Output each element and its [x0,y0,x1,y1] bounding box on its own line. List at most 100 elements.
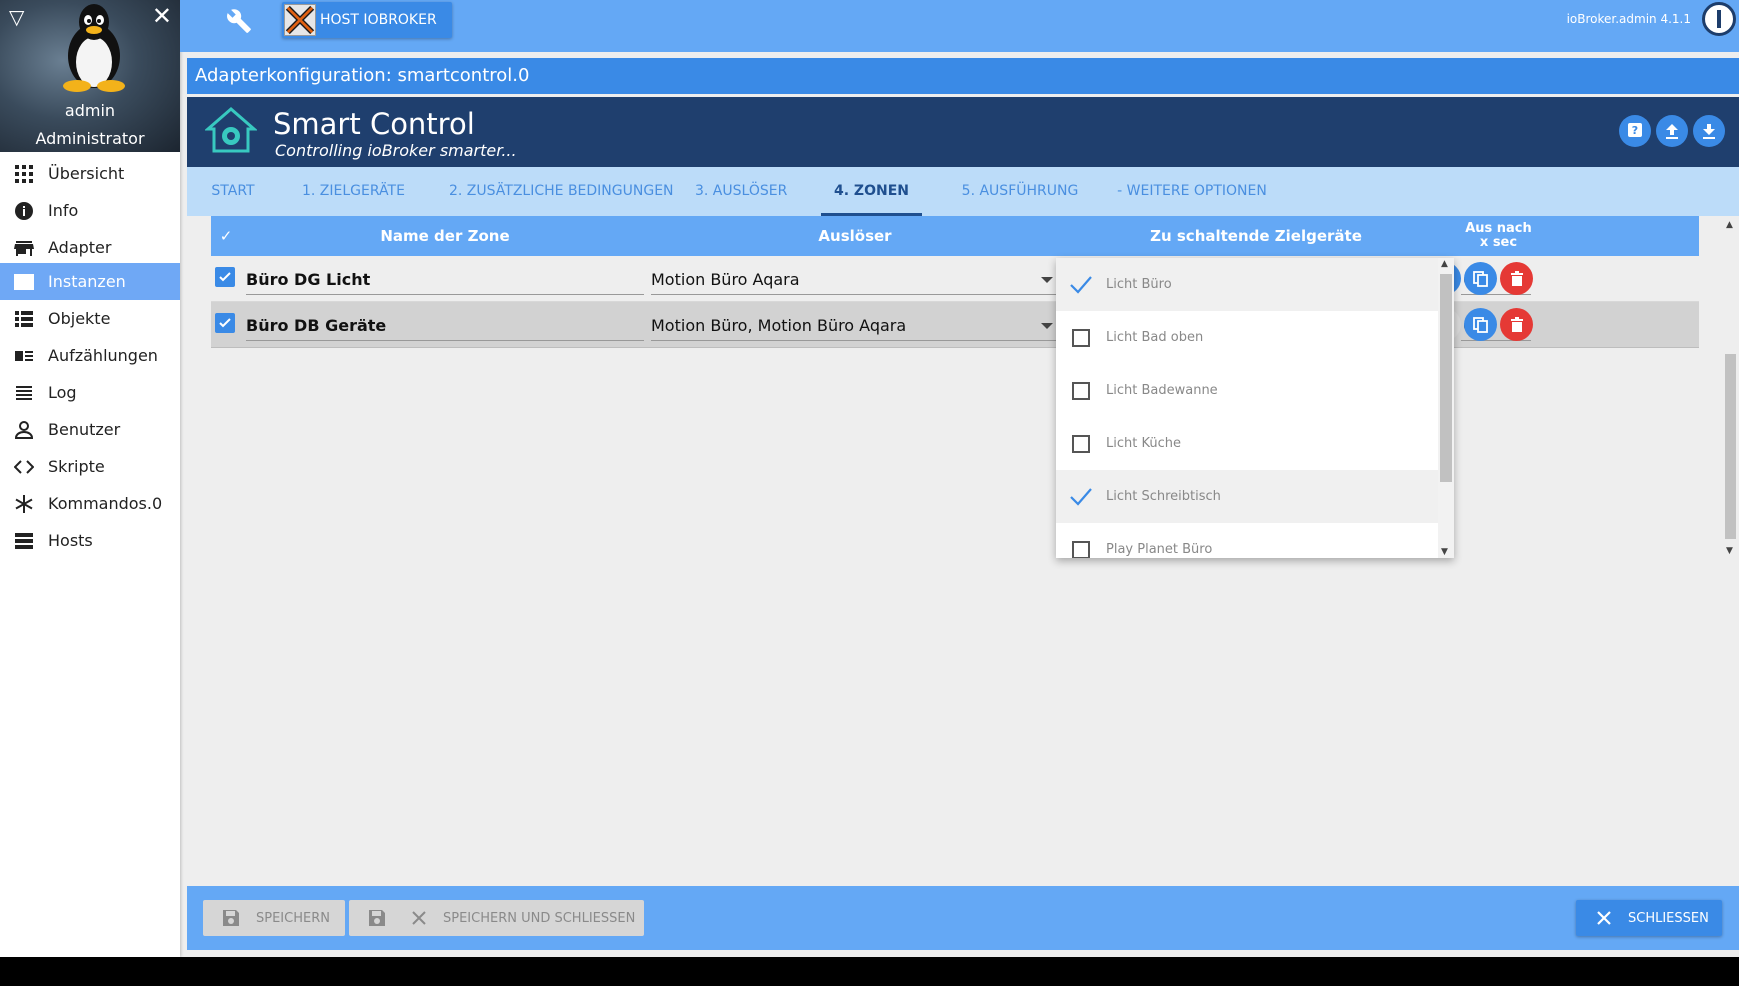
dropdown-scrollbar[interactable]: ▲ ▼ [1438,258,1454,558]
row-checkbox[interactable] [215,267,235,287]
close-button-label: SCHLIESSEN [1628,910,1709,926]
grid-icon [0,164,48,184]
close-icon [412,911,426,925]
dropdown-option[interactable]: Play Planet Büro [1056,523,1438,558]
close-icon [1597,911,1611,925]
host-button[interactable]: HOST IOBROKER [282,2,452,38]
sidebar-item-benutzer[interactable]: Benutzer [0,411,180,448]
host-x-icon [284,4,316,36]
row-checkbox[interactable] [215,313,235,333]
sidebar-item-skripte[interactable]: Skripte [0,448,180,485]
tab-start[interactable]: START [211,167,255,216]
sidebar-item-label: Aufzählungen [48,346,158,365]
save-button[interactable]: SPEICHERN [203,900,345,936]
log-icon [0,383,48,403]
adapter-header: Smart Control Controlling ioBroker smart… [187,97,1739,167]
dropdown-arrow-icon [1041,323,1053,329]
sidebar-item-label: Objekte [48,309,111,328]
header-off-after: Aus nach x sec [1456,216,1541,256]
dropdown-option-label: Licht Bad oben [1106,330,1204,345]
app-window: ▽ ✕ admin Administrator Übersicht Info A… [0,0,1739,957]
dropdown-option[interactable]: Licht Schreibtisch [1056,470,1438,523]
info-icon [0,201,48,221]
upload-button[interactable] [1656,115,1688,147]
sidebar-item-adapter[interactable]: Adapter [0,229,180,266]
smart-home-icon [205,107,257,153]
trigger-select[interactable]: Motion Büro, Motion Büro Aqara [651,311,1059,341]
close-button[interactable]: SCHLIESSEN [1576,900,1722,936]
tab-ausfuehrung[interactable]: 5. AUSFÜHRUNG [961,167,1079,216]
sidebar-item-label: Kommandos.0 [48,494,163,513]
scroll-down-icon[interactable]: ▼ [1441,547,1448,557]
tab-zonen[interactable]: 4. ZONEN [821,167,922,216]
sidebar-header: ▽ ✕ admin Administrator [0,0,180,152]
header-check[interactable]: ✓ [211,216,241,256]
sidebar-item-label: Hosts [48,531,93,550]
zone-name-input[interactable]: Büro DG Licht [246,265,644,295]
tab-zielgeraete[interactable]: 1. ZIELGERÄTE [302,167,405,216]
dropdown-option-label: Licht Schreibtisch [1106,489,1221,504]
delete-button[interactable] [1500,308,1533,341]
copy-button[interactable] [1464,308,1497,341]
scroll-down-icon[interactable]: ▼ [1726,546,1733,556]
zones-table-header: ✓ Name der Zone Auslöser Zu schaltende Z… [211,216,1699,256]
tab-zusaetzliche-bedingungen[interactable]: 2. ZUSÄTZLICHE BEDINGUNGEN [449,167,674,216]
user-role: Administrator [35,129,145,148]
scroll-up-icon[interactable]: ▲ [1441,259,1448,269]
check-icon [1056,487,1106,507]
help-icon: ? [1628,123,1642,137]
download-button[interactable] [1693,115,1725,147]
sidebar-item-info[interactable]: Info [0,192,180,229]
scrollbar-thumb[interactable] [1440,274,1452,482]
sidebar-item-hosts[interactable]: Hosts [0,522,180,559]
save-and-close-button[interactable]: SPEICHERN UND SCHLIESSEN [349,900,644,936]
target-devices-dropdown: Licht Büro Licht Bad oben Licht Badewann… [1056,258,1454,558]
save-button-label: SPEICHERN [256,910,330,926]
zone-name-input[interactable]: Büro DB Geräte [246,311,644,341]
sidebar: ▽ ✕ admin Administrator Übersicht Info A… [0,0,180,957]
sidebar-item-objekte[interactable]: Objekte [0,300,180,337]
instances-icon [0,272,48,292]
close-sidebar-icon[interactable]: ✕ [152,2,172,30]
tab-weitere-optionen[interactable]: - WEITERE OPTIONEN [1117,167,1267,216]
header-off-after-line1: Aus nach [1465,221,1532,236]
sidebar-item-label: Info [48,201,79,220]
dropdown-option[interactable]: Licht Küche [1056,417,1438,470]
sidebar-item-uebersicht[interactable]: Übersicht [0,155,180,192]
list-icon [0,309,48,329]
adapter-subtitle: Controlling ioBroker smarter... [275,141,517,160]
version-label: ioBroker.admin 4.1.1 [1566,12,1691,26]
dropdown-option-label: Play Planet Büro [1106,542,1213,557]
copy-icon [1472,316,1488,333]
user-icon [0,420,48,440]
sidebar-item-instanzen[interactable]: Instanzen [0,263,180,300]
table-row: Büro DG Licht Motion Büro Aqara 60 ▲▼ [211,256,1699,302]
dropdown-option[interactable]: Licht Büro [1056,258,1438,311]
save-icon [369,910,385,926]
scroll-up-icon[interactable]: ▲ [1726,220,1733,230]
sidebar-item-log[interactable]: Log [0,374,180,411]
sidebar-item-label: Log [48,383,77,402]
scrollbar-thumb[interactable] [1725,354,1736,539]
delete-button[interactable] [1500,262,1533,295]
copy-button[interactable] [1464,262,1497,295]
menu-toggle-icon[interactable]: ▽ [9,5,24,29]
download-icon [1703,124,1715,139]
check-icon [1056,275,1106,295]
wrench-icon[interactable] [226,8,252,34]
footer-bar: SPEICHERN SPEICHERN UND SCHLIESSEN SCHLI… [187,886,1739,950]
page-scrollbar[interactable]: ▲ ▼ [1722,218,1739,558]
svg-text:?: ? [1632,124,1638,137]
tab-ausloeser[interactable]: 3. AUSLÖSER [695,167,787,216]
checkbox-empty-icon [1072,381,1090,400]
checkmark-icon [219,272,231,282]
dropdown-option[interactable]: Licht Bad oben [1056,311,1438,364]
hosts-icon [0,531,48,551]
trigger-select[interactable]: Motion Büro Aqara [651,265,1059,295]
dropdown-option[interactable]: Licht Badewanne [1056,364,1438,417]
sidebar-item-aufzaehlungen[interactable]: Aufzählungen [0,337,180,374]
iobroker-logo-icon[interactable] [1702,2,1736,36]
help-button[interactable]: ? [1619,115,1651,147]
dropdown-option-label: Licht Badewanne [1106,383,1218,398]
sidebar-item-kommandos[interactable]: Kommandos.0 [0,485,180,522]
